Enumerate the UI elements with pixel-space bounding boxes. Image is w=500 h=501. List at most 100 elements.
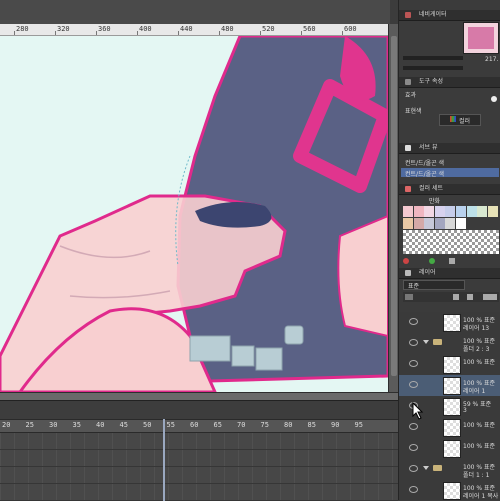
- sub-view-header[interactable]: 서브 뷰: [399, 143, 500, 154]
- effect-label: 효과: [405, 92, 417, 99]
- color-swatch[interactable]: [445, 218, 456, 229]
- frame-ruler[interactable]: 20 25 30 35 40 45 50 55 60 65 70 75 80 85 90 95: [0, 419, 398, 433]
- eye-icon[interactable]: [409, 381, 418, 388]
- layer-row[interactable]: 100 % 표준 레이어 13: [399, 312, 500, 334]
- frame-number: 60: [190, 421, 199, 429]
- layer-header[interactable]: 레이어: [399, 268, 500, 279]
- layer-row[interactable]: 100 % 표준 폴더 1 : 1: [399, 459, 500, 481]
- layer-opacity: 100 % 표준: [463, 422, 496, 429]
- canvas-toolbar: [0, 0, 390, 25]
- lock-icon[interactable]: [453, 294, 459, 300]
- eye-icon[interactable]: [409, 318, 418, 325]
- eye-icon[interactable]: [409, 444, 418, 451]
- cheek-shape: [337, 214, 388, 338]
- tool-property-header[interactable]: 도구 속성: [399, 77, 500, 88]
- eye-icon[interactable]: [409, 360, 418, 367]
- mouse-cursor-icon: [412, 402, 424, 420]
- frame-number: 90: [331, 421, 340, 429]
- layer-thumbnail: [443, 440, 461, 458]
- layer-thumbnail: [443, 398, 461, 416]
- color-swatch[interactable]: [477, 206, 488, 217]
- layer-row[interactable]: 100 % 표준 레이어 1: [399, 375, 500, 397]
- ruler-tick-label: 280: [16, 25, 29, 33]
- color-swatch[interactable]: [434, 206, 445, 217]
- eye-icon[interactable]: [409, 486, 418, 493]
- ruler-tick: [178, 31, 179, 35]
- expand-arrow-icon[interactable]: [423, 340, 429, 344]
- navigator-title: 네비게이터: [419, 11, 447, 18]
- color-set-name-a[interactable]: 컨트/드/올곤 색: [405, 158, 444, 167]
- color-swatch[interactable]: [456, 206, 466, 217]
- color-swatch[interactable]: [424, 218, 435, 229]
- navigator-preview[interactable]: [463, 22, 499, 54]
- frame-number: 65: [213, 421, 222, 429]
- color-swatch[interactable]: [456, 218, 466, 229]
- layer-opacity: 100 % 표준: [463, 359, 496, 366]
- layer-menu-icon[interactable]: [483, 294, 497, 300]
- frame-number: 85: [307, 421, 316, 429]
- rotate-slider[interactable]: [403, 66, 463, 70]
- horizontal-ruler: 280 320 360 400 440 480 520 560 600: [0, 24, 390, 36]
- layer-row[interactable]: 100 % 표준 레이어 1 복사: [399, 480, 500, 500]
- ruler-tick: [301, 31, 302, 35]
- ruler-tick-label: 320: [57, 25, 70, 33]
- folder-icon: [433, 339, 442, 345]
- color-swatch[interactable]: [487, 206, 498, 217]
- color-swatch[interactable]: [413, 218, 424, 229]
- frame-number: 25: [25, 421, 34, 429]
- layer-thumbnail: [443, 356, 461, 374]
- expand-arrow-icon[interactable]: [423, 466, 429, 470]
- tool-icon: [405, 79, 411, 85]
- color-swatch[interactable]: [466, 206, 477, 217]
- folder-icon: [433, 465, 442, 471]
- navigator-header[interactable]: 네비게이터: [399, 10, 500, 21]
- zoom-slider[interactable]: [403, 56, 463, 60]
- layer-name: 레이어 1 복사: [463, 493, 499, 500]
- eye-icon[interactable]: [409, 339, 418, 346]
- radio-button[interactable]: [491, 96, 497, 102]
- eye-icon[interactable]: [409, 465, 418, 472]
- eye-icon[interactable]: [409, 423, 418, 430]
- navigator-icon: [405, 12, 411, 18]
- playhead[interactable]: [163, 419, 165, 501]
- color-swatch[interactable]: [413, 206, 424, 217]
- color-swatch[interactable]: [445, 206, 456, 217]
- color-swatch[interactable]: [434, 218, 445, 229]
- timeline-track[interactable]: [0, 467, 398, 484]
- layer-row[interactable]: 100 % 표준: [399, 417, 500, 439]
- ruler-tick-label: 400: [139, 25, 152, 33]
- color-set-header[interactable]: 컬러 세트: [399, 184, 500, 195]
- delete-color-icon[interactable]: [449, 258, 455, 264]
- transparent-swatches[interactable]: [403, 230, 499, 254]
- drawing-canvas[interactable]: [0, 36, 388, 392]
- new-layer-icon[interactable]: [405, 294, 413, 300]
- mask-icon[interactable]: [467, 294, 473, 300]
- layer-toolbar: [403, 292, 499, 302]
- layer-name: 레이어 1: [463, 388, 486, 395]
- color-swatches[interactable]: [403, 206, 499, 230]
- color-set-selected[interactable]: 컨트/드/올곤 색: [401, 168, 499, 178]
- color-mode-button[interactable]: 컬러: [439, 114, 481, 126]
- layer-row[interactable]: 100 % 표준 폴더 2 : 3: [399, 333, 500, 355]
- layer-row[interactable]: 100 % 표준: [399, 438, 500, 460]
- blend-mode-select[interactable]: 표준: [403, 280, 465, 290]
- right-panel: 네비게이터 217. 도구 속성 효과 표현색 컬러 서브 뷰 컨트/드/올곤 …: [398, 0, 500, 500]
- ruler-tick: [14, 31, 15, 35]
- ruler-tick-label: 480: [221, 25, 234, 33]
- layer-icon: [405, 270, 411, 276]
- timeline-track[interactable]: [0, 433, 398, 450]
- timeline-track[interactable]: [0, 484, 398, 501]
- timeline-track[interactable]: [0, 450, 398, 467]
- frame-number: 95: [354, 421, 363, 429]
- layer-row[interactable]: 100 % 표준: [399, 354, 500, 376]
- scroll-thumb[interactable]: [391, 36, 397, 376]
- frame-number: 80: [284, 421, 293, 429]
- record-icon[interactable]: [403, 258, 409, 264]
- layer-thumbnail: [443, 482, 461, 500]
- layer-name: 폴더 2 : 3: [463, 346, 490, 353]
- color-swatch[interactable]: [403, 206, 413, 217]
- add-color-icon[interactable]: [429, 258, 435, 264]
- color-swatch[interactable]: [403, 218, 413, 229]
- color-swatch[interactable]: [424, 206, 435, 217]
- layer-thumbnail: [443, 377, 461, 395]
